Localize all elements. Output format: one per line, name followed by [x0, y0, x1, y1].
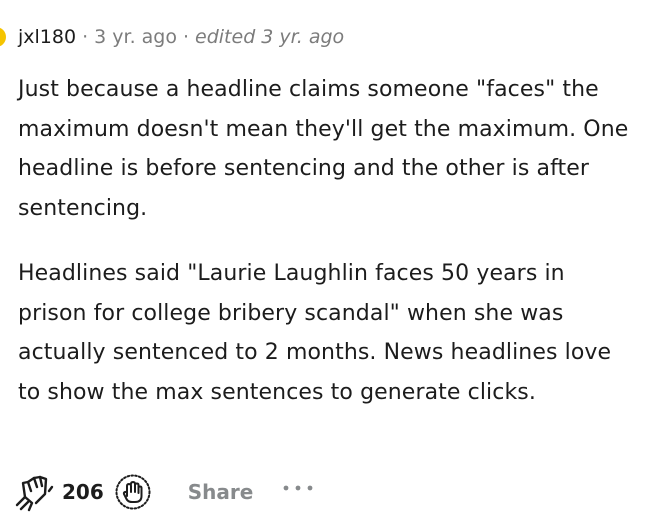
author-name[interactable]: jxl180 — [18, 26, 76, 48]
vote-score: 206 — [62, 480, 104, 504]
downvote-hand-icon[interactable] — [114, 473, 152, 511]
upvote-hands-icon[interactable] — [12, 472, 56, 512]
comment-timestamp[interactable]: 3 yr. ago — [94, 26, 177, 48]
comment: jxl180 · 3 yr. ago · edited 3 yr. ago Ju… — [0, 0, 647, 520]
comment-paragraph: Just because a headline claims someone "… — [18, 77, 629, 221]
author-avatar[interactable] — [0, 27, 6, 47]
more-options-icon[interactable] — [281, 480, 315, 496]
comment-meta: jxl180 · 3 yr. ago · edited 3 yr. ago — [18, 22, 344, 52]
comment-body: Just because a headline claims someone "… — [18, 70, 633, 412]
meta-separator: · — [82, 26, 89, 48]
comment-paragraph: Headlines said "Laurie Laughlin faces 50… — [18, 261, 612, 405]
edited-timestamp: edited 3 yr. ago — [195, 26, 345, 48]
share-button[interactable]: Share — [188, 480, 254, 504]
comment-actions: 206 Share — [12, 470, 315, 514]
meta-separator: · — [182, 26, 190, 48]
vote-controls: 206 — [12, 472, 152, 512]
